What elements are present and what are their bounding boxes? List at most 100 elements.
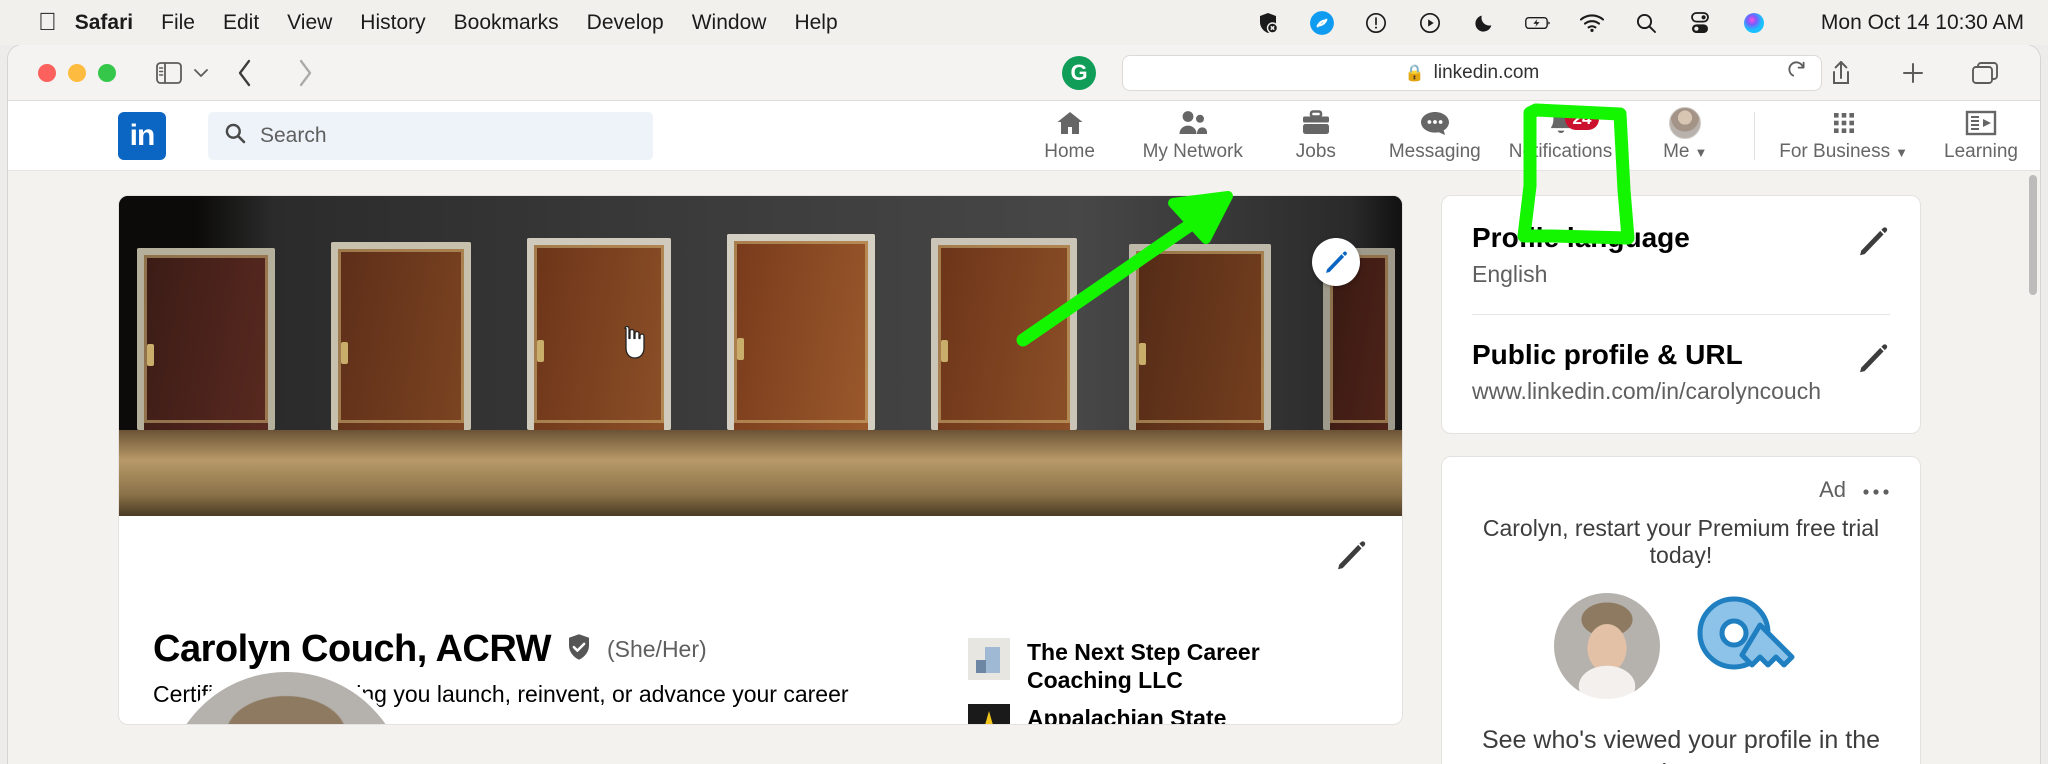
public-profile-row: Public profile & URL www.linkedin.com/in…	[1472, 339, 1890, 405]
briefcase-icon	[1301, 108, 1331, 138]
profile-settings-card: Profile language English Public profile …	[1441, 195, 1921, 434]
chevron-down-icon: ▼	[1895, 145, 1908, 160]
public-profile-url: www.linkedin.com/in/carolyncouch	[1472, 378, 1821, 404]
key-icon	[1690, 589, 1808, 702]
chat-bubble-icon	[1419, 108, 1451, 138]
menu-item-history[interactable]: History	[360, 11, 425, 35]
home-icon	[1055, 108, 1085, 138]
pencil-icon	[1338, 541, 1366, 570]
menu-item-file[interactable]: File	[161, 11, 195, 35]
menu-item-view[interactable]: View	[287, 11, 332, 35]
reload-icon[interactable]	[1787, 60, 1807, 86]
verified-shield-icon	[564, 632, 594, 667]
menu-item-develop[interactable]: Develop	[587, 11, 664, 35]
profile-pronouns: (She/Her)	[606, 636, 707, 662]
nav-label-notifications: Notifications	[1508, 141, 1613, 162]
profile-identity-section: Carolyn Couch, ACRW (She/Her) Certified …	[119, 516, 1402, 724]
vpn-shield-icon[interactable]	[1255, 10, 1281, 36]
spotlight-search-icon[interactable]	[1633, 10, 1659, 36]
profile-banner[interactable]	[119, 196, 1402, 516]
nav-item-learning[interactable]: Learning	[1922, 101, 2040, 171]
profile-column: Carolyn Couch, ACRW (She/Her) Certified …	[118, 195, 1403, 764]
pencil-icon	[1860, 227, 1888, 256]
pencil-icon	[1326, 251, 1347, 273]
edit-profile-button[interactable]	[1334, 538, 1368, 577]
nav-item-for-business[interactable]: For Business ▼	[1765, 101, 1922, 171]
control-center-icon[interactable]	[1687, 10, 1713, 36]
mouse-cursor	[616, 325, 646, 360]
forward-arrow-icon[interactable]	[286, 56, 324, 90]
menu-item-bookmarks[interactable]: Bookmarks	[454, 11, 559, 35]
nav-item-my-network[interactable]: My Network	[1129, 101, 1257, 171]
profile-language-value: English	[1472, 261, 1548, 287]
nav-item-jobs[interactable]: Jobs	[1257, 101, 1375, 171]
chevron-down-icon: ▼	[1694, 145, 1708, 160]
page-scrollbar[interactable]	[2029, 175, 2037, 295]
ad-media	[1472, 589, 1890, 702]
back-arrow-icon[interactable]	[226, 56, 264, 90]
battery-charging-icon[interactable]	[1524, 10, 1551, 36]
grammarly-icon[interactable]: G	[1062, 55, 1096, 90]
zoom-button[interactable]	[98, 63, 116, 82]
ad-body-text: See who's viewed your profile in the las…	[1481, 726, 1881, 764]
menu-item-help[interactable]: Help	[794, 11, 837, 35]
search-placeholder: Search	[260, 123, 327, 147]
toolbar-right-tools	[1822, 56, 2018, 90]
banner-door-2	[331, 242, 471, 430]
organization-item[interactable]: Appalachian State	[968, 704, 1368, 725]
learning-icon	[1965, 108, 1997, 138]
nav-items: Home My Network Jobs Messaging 24 Notifi…	[1011, 101, 2040, 171]
notification-badge: 24	[1564, 106, 1600, 130]
edit-banner-button[interactable]	[1312, 238, 1360, 286]
nav-divider	[1754, 111, 1756, 160]
menu-item-window[interactable]: Window	[692, 11, 767, 35]
share-icon[interactable]	[1822, 56, 1860, 90]
sidebar-divider	[1472, 314, 1890, 315]
search-icon	[224, 122, 246, 150]
linkedin-logo[interactable]: in	[118, 111, 166, 160]
edit-profile-language-button[interactable]	[1856, 224, 1890, 263]
search-input[interactable]: Search	[208, 111, 653, 160]
nav-item-home[interactable]: Home	[1011, 101, 1129, 171]
minimize-button[interactable]	[68, 63, 86, 82]
alert-circle-icon[interactable]	[1363, 10, 1389, 36]
banner-door-1	[137, 248, 275, 430]
ad-title: Carolyn, restart your Premium free trial…	[1482, 515, 1880, 568]
moon-do-not-disturb-icon[interactable]	[1471, 10, 1497, 36]
wifi-icon[interactable]	[1579, 10, 1605, 36]
menu-item-safari[interactable]: Safari	[75, 11, 133, 35]
grammarly-letter: G	[1070, 59, 1088, 85]
tab-overview-icon[interactable]	[1966, 56, 2004, 90]
playback-icon[interactable]	[1417, 10, 1443, 36]
edit-public-profile-button[interactable]	[1856, 341, 1890, 380]
plus-icon[interactable]	[1894, 56, 1932, 90]
organization-name: Appalachian State	[1027, 705, 1227, 725]
nav-label-learning: Learning	[1944, 141, 2018, 162]
address-bar[interactable]: 🔒 linkedin.com	[1122, 54, 1822, 91]
apple-menu-icon[interactable]: 	[38, 10, 57, 35]
sidebar-toggle-icon[interactable]	[150, 56, 188, 90]
safari-toolbar: G 🔒 linkedin.com	[8, 45, 2040, 101]
window-traffic-lights	[38, 63, 116, 82]
linkedin-logo-text: in	[129, 118, 156, 152]
siri-icon[interactable]	[1741, 10, 1767, 36]
pencil-icon	[1860, 344, 1888, 373]
nav-item-notifications[interactable]: 24 Notifications	[1495, 101, 1627, 171]
company-logo	[968, 638, 1010, 680]
ad-header: Ad	[1472, 477, 1890, 503]
nav-item-me[interactable]: Me ▼	[1626, 101, 1744, 171]
linkedin-page: in Search Home My Network Jobs Messaging…	[8, 101, 2040, 764]
menu-bar-clock[interactable]: Mon Oct 14 10:30 AM	[1821, 11, 2024, 35]
banner-floor	[119, 430, 1402, 516]
organization-item[interactable]: The Next Step Career Coaching LLC	[968, 638, 1368, 694]
chevron-down-icon[interactable]	[188, 56, 214, 90]
close-button[interactable]	[38, 63, 56, 82]
nav-label-messaging: Messaging	[1388, 141, 1481, 162]
ellipsis-icon[interactable]	[1862, 477, 1890, 503]
nav-item-messaging[interactable]: Messaging	[1375, 101, 1495, 171]
ad-label: Ad	[1819, 477, 1846, 502]
menu-item-edit[interactable]: Edit	[223, 11, 259, 35]
shazam-icon[interactable]	[1309, 10, 1335, 36]
sidebar-column: Profile language English Public profile …	[1441, 195, 1921, 764]
safari-window: G 🔒 linkedin.com in Search Home My Netwo…	[8, 45, 2040, 764]
